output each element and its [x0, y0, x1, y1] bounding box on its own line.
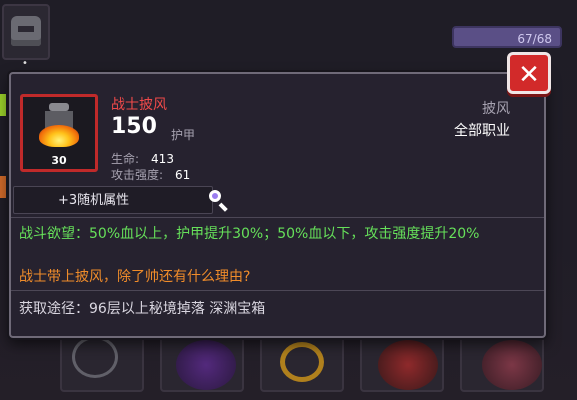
- cape-icon: [39, 103, 79, 147]
- item-level: 30: [51, 154, 67, 167]
- helmet-icon: [11, 16, 41, 46]
- stat-attack-power: 攻击强度: 61: [111, 166, 190, 183]
- helmet-slot[interactable]: •: [2, 4, 50, 69]
- random-attribute-bar: +3随机属性: [13, 186, 213, 214]
- stat-label: 生命:: [111, 152, 140, 166]
- red-orb-icon: [378, 340, 438, 390]
- item-tooltip: 30 战士披风 150 护甲 生命: 413 攻击强度: 61 披风 全部职业 +3…: [9, 72, 546, 338]
- left-tab-marker: [0, 94, 6, 116]
- heart-icon: [482, 340, 542, 390]
- flavor-text: 战士带上披风，除了帅还有什么理由?: [19, 269, 251, 285]
- source-text: 获取途径：96层以上秘境掉落 深渊宝箱: [19, 301, 266, 317]
- slot-indicator: •: [22, 58, 28, 69]
- armor-label: 护甲: [171, 128, 196, 142]
- item-type: 披风: [482, 101, 510, 117]
- effect-description: 战斗欲望：50%血以上，护甲提升30%；50%血以下，攻击强度提升20%: [19, 226, 480, 242]
- stat-health: 生命: 413: [111, 150, 174, 167]
- stat-label: 攻击强度:: [111, 168, 164, 182]
- armor-value: 150: [111, 114, 157, 139]
- stat-value: 61: [175, 168, 191, 182]
- divider: [11, 290, 544, 291]
- inventory-capacity: 67/68: [452, 26, 562, 48]
- necklace-icon: [72, 336, 118, 378]
- close-button[interactable]: ✕: [507, 52, 551, 94]
- left-tab-marker: [0, 176, 6, 198]
- magnifier-icon[interactable]: [207, 189, 231, 213]
- ring-icon: [280, 342, 324, 382]
- game-screen: • 67/68 30 战士披风 150 护甲 生命: 413 攻击强度: 61 披风: [0, 0, 577, 400]
- item-class: 全部职业: [454, 123, 510, 139]
- item-name: 战士披风: [111, 97, 167, 113]
- item-icon-frame: 30: [20, 94, 98, 172]
- divider: [11, 217, 544, 218]
- dark-heart-icon: [176, 340, 236, 390]
- stat-value: 413: [151, 152, 174, 166]
